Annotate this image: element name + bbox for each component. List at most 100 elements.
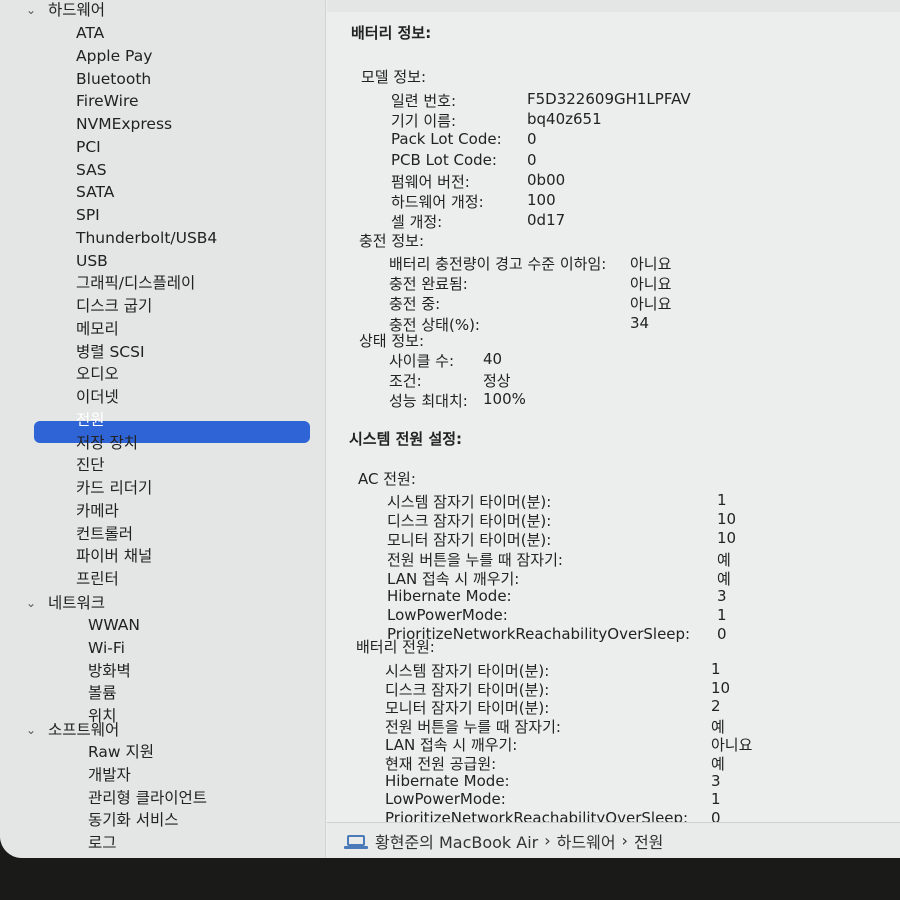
sidebar-group-software[interactable]: ⌄ 소프트웨어 <box>26 719 120 741</box>
group-heading: AC 전원: <box>358 470 416 488</box>
field-label: LowPowerMode: <box>385 790 506 809</box>
sidebar-item[interactable]: USB <box>76 250 108 272</box>
sidebar-item[interactable]: 컨트롤러 <box>76 523 133 545</box>
field-value: 3 <box>717 587 727 605</box>
section-title: 배터리 정보: <box>351 24 432 42</box>
field-label: 사이클 수: <box>389 352 455 370</box>
field-label: 펌웨어 버전: <box>391 172 470 191</box>
field-value: 1 <box>717 606 727 625</box>
sidebar-item[interactable]: Thunderbolt/USB4 <box>76 227 217 249</box>
field-value: 아니요 <box>630 295 672 314</box>
field-label: PCB Lot Code: <box>391 150 497 169</box>
sidebar-item[interactable]: Bluetooth <box>76 68 151 90</box>
field-value: 예 <box>717 550 731 569</box>
sidebar-item[interactable]: 진단 <box>76 454 105 476</box>
sidebar-item[interactable]: 전원 <box>76 409 105 431</box>
sidebar-item[interactable]: FireWire <box>76 90 139 112</box>
sidebar-item[interactable]: 동기화 서비스 <box>88 809 179 831</box>
field-label: 시스템 잠자기 타이머(분): <box>387 493 552 511</box>
sidebar[interactable]: ⌄ 하드웨어 ATA Apple Pay Bluetooth FireWire NVMExp… <box>0 0 326 858</box>
field-label: LAN 접속 시 깨우기: <box>387 569 520 588</box>
sidebar-item[interactable]: 메모리 <box>76 318 119 340</box>
sidebar-item[interactable]: 파이버 채널 <box>76 545 152 567</box>
path-item[interactable]: 전원 <box>634 829 663 853</box>
field-label: 성능 최대치: <box>389 392 468 410</box>
field-value: 아니요 <box>630 255 672 273</box>
field-label: 하드웨어 개정: <box>391 193 484 211</box>
detail-pane: 배터리 정보: 모델 정보: 일련 번호: F5D322609GH1LPFAV 기기 이… <box>327 0 900 827</box>
field-value: 10 <box>717 529 737 548</box>
field-label: Pack Lot Code: <box>391 130 502 149</box>
sidebar-group-hardware[interactable]: ⌄ 하드웨어 <box>26 0 106 21</box>
section-title: 시스템 전원 설정: <box>349 430 463 448</box>
path-section[interactable]: 하드웨어 <box>557 829 616 853</box>
field-value: 1 <box>711 790 721 809</box>
group-label: 소프트웨어 <box>48 721 120 739</box>
sidebar-item[interactable]: 로그 <box>88 832 117 854</box>
sidebar-item[interactable]: 병렬 SCSI <box>76 341 145 363</box>
field-value: 10 <box>717 510 737 529</box>
group-heading: 배터리 전원: <box>356 638 435 656</box>
sidebar-item[interactable]: PCI <box>76 136 101 158</box>
sidebar-item[interactable]: 디스크 굽기 <box>76 295 152 317</box>
field-label: 충전 완료됨: <box>389 275 468 294</box>
path-bar: 황현준의 MacBook Air › 하드웨어 › 전원 <box>327 822 900 858</box>
field-value: 2 <box>711 697 721 716</box>
sidebar-group-network[interactable]: ⌄ 네트워크 <box>26 592 106 614</box>
chevron-down-icon[interactable]: ⌄ <box>26 0 36 21</box>
sidebar-item[interactable]: 개발자 <box>88 764 131 786</box>
field-value: 정상 <box>483 372 511 390</box>
group-label: 네트워크 <box>48 594 106 612</box>
field-value: 0 <box>527 150 537 169</box>
sidebar-item[interactable]: SAS <box>76 159 107 181</box>
sidebar-item[interactable]: 그래픽/디스플레이 <box>76 272 195 294</box>
sidebar-item[interactable]: 관리형 클라이언트 <box>88 787 207 809</box>
field-label: 일련 번호: <box>391 92 457 110</box>
path-computer[interactable]: 황현준의 MacBook Air <box>375 829 538 853</box>
chevron-down-icon[interactable]: ⌄ <box>26 592 36 614</box>
sidebar-item[interactable]: 카메라 <box>76 500 119 522</box>
sidebar-item[interactable]: 방화벽 <box>88 660 131 682</box>
chevron-down-icon[interactable]: ⌄ <box>26 719 36 741</box>
path-separator: › <box>544 831 551 850</box>
field-value: 1 <box>717 491 727 509</box>
sidebar-item[interactable]: 이더넷 <box>76 386 119 408</box>
sidebar-item[interactable]: 카드 리더기 <box>76 477 152 499</box>
sidebar-item[interactable]: Wi-Fi <box>88 637 125 659</box>
sidebar-item[interactable]: 프린터 <box>76 568 119 590</box>
sidebar-item[interactable]: Raw 지원 <box>88 741 154 763</box>
field-value: 0 <box>717 625 727 644</box>
sidebar-item[interactable]: SPI <box>76 204 100 226</box>
field-value: bq40z651 <box>527 110 602 129</box>
field-value: 0b00 <box>527 170 566 189</box>
sidebar-item[interactable]: 오디오 <box>76 363 119 385</box>
field-value: 34 <box>630 313 650 332</box>
path-separator: › <box>621 831 628 850</box>
field-value: 40 <box>483 350 503 368</box>
field-label: LowPowerMode: <box>387 606 508 625</box>
field-value: 예 <box>717 569 731 588</box>
group-heading: 충전 정보: <box>359 232 425 250</box>
sidebar-item[interactable]: SATA <box>76 181 114 203</box>
system-information-window: ⌄ 하드웨어 ATA Apple Pay Bluetooth FireWire NVMExp… <box>0 0 900 858</box>
sidebar-item[interactable]: 저장 장치 <box>76 432 138 454</box>
field-value: 아니요 <box>630 275 672 294</box>
sidebar-item[interactable]: NVMExpress <box>76 113 172 135</box>
field-value: 100 <box>527 191 556 209</box>
field-label: 전원 버튼을 누를 때 잠자기: <box>387 550 563 569</box>
group-label: 하드웨어 <box>48 1 106 19</box>
sidebar-item[interactable]: WWAN <box>88 614 140 636</box>
field-value: 3 <box>711 771 721 790</box>
field-value: 1 <box>711 660 721 678</box>
field-label: 디스크 잠자기 타이머(분): <box>387 512 552 531</box>
field-value: 0 <box>527 130 537 149</box>
field-value: 0d17 <box>527 211 566 230</box>
sidebar-item[interactable]: ATA <box>76 22 104 44</box>
field-label: 배터리 충전량이 경고 수준 이하임: <box>389 255 607 273</box>
sidebar-item[interactable]: Apple Pay <box>76 45 152 67</box>
field-label: 모니터 잠자기 타이머(분): <box>387 531 552 550</box>
sidebar-item[interactable]: 볼륨 <box>88 682 117 704</box>
field-value: 10 <box>711 678 731 697</box>
field-value: 100% <box>483 390 526 408</box>
group-heading: 상태 정보: <box>359 332 425 350</box>
